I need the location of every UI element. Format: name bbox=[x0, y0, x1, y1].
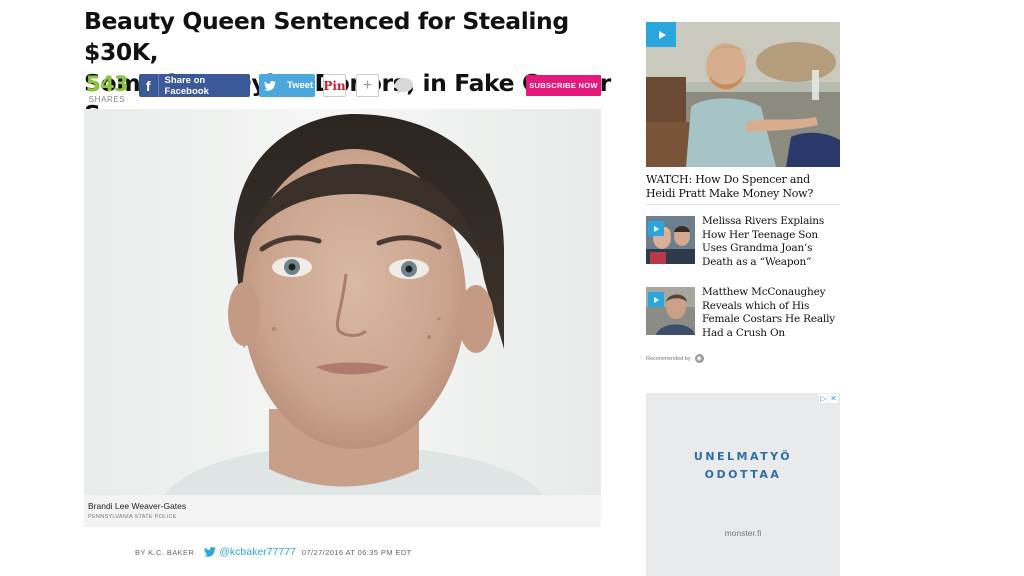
share-count: 543 SHARES bbox=[84, 73, 130, 105]
facebook-button-label: Share on Facebook bbox=[164, 74, 209, 97]
byline: BY K.C. BAKER @kcbaker77777 07/27/2016 A… bbox=[135, 545, 412, 559]
image-caption: Brandi Lee Weaver-Gates PENNSYLVANIA STA… bbox=[84, 495, 601, 527]
article-hero-image bbox=[84, 109, 601, 495]
sidebar-divider bbox=[646, 204, 840, 205]
related-thumbnail bbox=[646, 287, 695, 335]
advertisement[interactable]: ▷ ✕ UNELMATYÖ ODOTTAA monster.fi bbox=[646, 393, 840, 576]
publish-datetime: 07/27/2016 AT 06:35 PM EDT bbox=[301, 547, 412, 557]
pinterest-button[interactable]: Pin bbox=[323, 74, 346, 97]
related-title: Melissa Rivers Explains How Her Teenage … bbox=[702, 215, 825, 268]
recommended-label: Recommended by bbox=[646, 355, 691, 362]
pinterest-icon: Pin bbox=[323, 78, 346, 93]
ad-headline: UNELMATYÖ ODOTTAA bbox=[646, 448, 840, 484]
byline-author: BY K.C. BAKER bbox=[135, 547, 195, 557]
caption-name: Brandi Lee Weaver-Gates bbox=[88, 501, 187, 511]
outbrain-logo-icon: ◉ bbox=[694, 354, 704, 363]
plus-icon: + bbox=[362, 76, 373, 94]
adchoices-icon[interactable]: ▷ ✕ bbox=[819, 394, 838, 403]
adchoices-close-icon: ✕ bbox=[829, 394, 838, 403]
twitter-bird-icon bbox=[259, 80, 281, 91]
play-icon bbox=[646, 22, 676, 47]
subscribe-button-label: SUBSCRIBE NOW bbox=[529, 81, 598, 90]
twitter-bird-icon bbox=[204, 547, 217, 557]
share-facebook-button[interactable]: f Share on Facebook bbox=[139, 74, 250, 97]
share-count-number: 543 bbox=[85, 72, 129, 96]
featured-video-title[interactable]: WATCH: How Do Spencer and Heidi Pratt Ma… bbox=[646, 173, 840, 200]
tweet-button-label: Tweet bbox=[287, 80, 314, 91]
play-icon bbox=[648, 292, 664, 307]
headline-line-1: Beauty Queen Sentenced for Stealing $30K… bbox=[84, 7, 569, 66]
caption-credit: PENNSYLVANIA STATE POLICE bbox=[88, 514, 177, 520]
recommended-by[interactable]: Recommended by ◉ bbox=[646, 354, 704, 363]
mugshot-photo bbox=[84, 109, 601, 495]
adchoices-play-icon: ▷ bbox=[819, 394, 828, 403]
featured-video-thumbnail[interactable] bbox=[646, 22, 840, 167]
comment-icon[interactable] bbox=[393, 76, 415, 96]
ad-domain: monster.fi bbox=[724, 528, 762, 538]
facebook-icon: f bbox=[139, 74, 159, 97]
tweet-button[interactable]: Tweet bbox=[259, 74, 315, 97]
related-title: Matthew McConaughey Reveals which of His… bbox=[702, 286, 835, 339]
subscribe-button[interactable]: SUBSCRIBE NOW bbox=[526, 75, 601, 96]
ad-headline-line-2: ODOTTAA bbox=[704, 468, 782, 481]
related-thumbnail bbox=[646, 216, 695, 264]
author-twitter-link[interactable]: @kcbaker77777 bbox=[219, 546, 296, 558]
more-share-button[interactable]: + bbox=[356, 74, 379, 97]
ad-headline-line-1: UNELMATYÖ bbox=[693, 450, 793, 463]
share-count-label: SHARES bbox=[88, 95, 126, 104]
play-icon bbox=[648, 221, 664, 236]
